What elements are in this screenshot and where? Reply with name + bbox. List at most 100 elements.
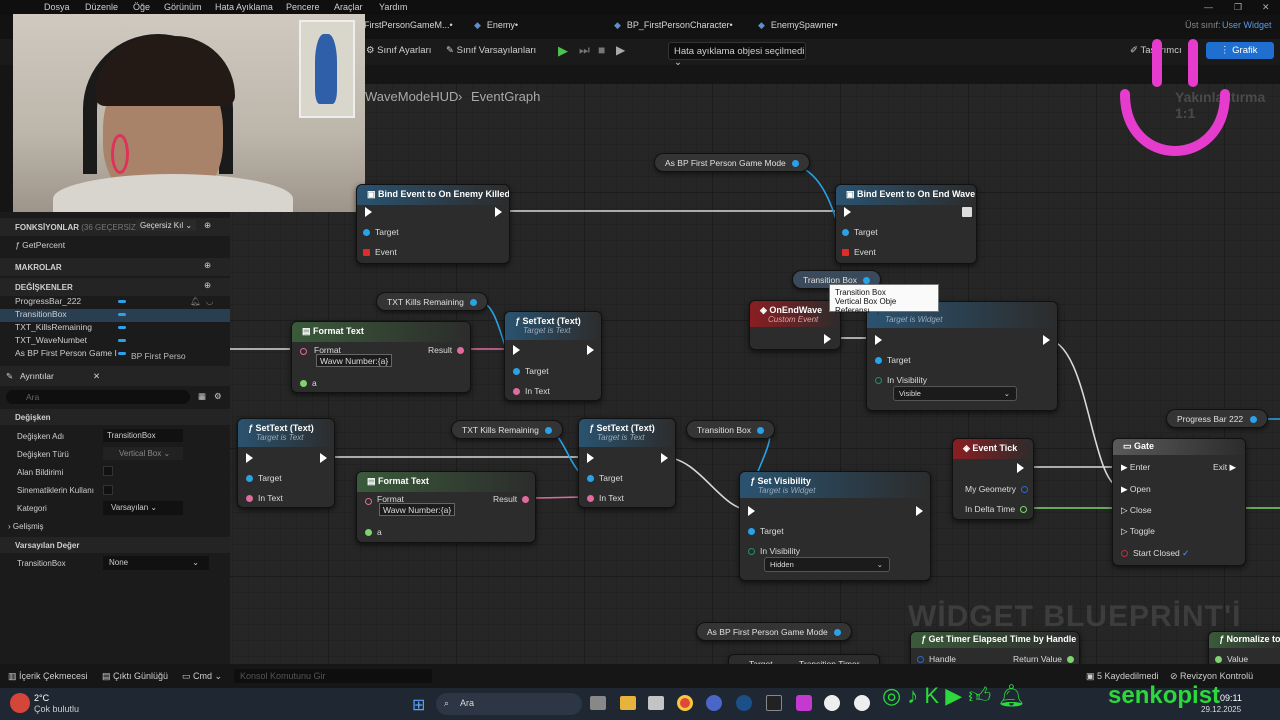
- set-visibility-node[interactable]: ƒ Set Visibility Target is Widget Target…: [739, 471, 931, 581]
- format-text-node[interactable]: ▤ Format Text Format Wavw Number:{a} Res…: [356, 471, 536, 543]
- format-text-node[interactable]: ▤ Format Text Format Wavw Number:{a} Res…: [291, 321, 471, 393]
- default-value-select[interactable]: None ⌄: [103, 556, 209, 570]
- add-variable-icon[interactable]: ⊕: [204, 280, 211, 291]
- target-pin[interactable]: Target: [875, 355, 911, 365]
- exec-out-pin[interactable]: [1017, 463, 1024, 473]
- parent-class-link[interactable]: User Widget: [1222, 20, 1272, 30]
- details-search-input[interactable]: Ara: [6, 390, 190, 404]
- exec-out-pin[interactable]: [962, 207, 972, 217]
- variable-section-header[interactable]: Değişken: [0, 409, 230, 425]
- taskbar-search-input[interactable]: Ara: [436, 693, 582, 715]
- a-pin[interactable]: a: [365, 527, 382, 537]
- close-tab-icon[interactable]: ✕: [93, 371, 100, 382]
- a-pin[interactable]: a: [300, 378, 317, 388]
- revision-control-button[interactable]: ⊘ Revizyon Kontrolü: [1170, 671, 1253, 682]
- exec-out-pin[interactable]: [495, 207, 502, 217]
- eye-icon[interactable]: ◡: [206, 296, 213, 307]
- play-icon[interactable]: ▶: [558, 43, 568, 59]
- settext-node[interactable]: ƒ SetText (Text) Target is Text Target I…: [504, 311, 602, 401]
- tab-enemy[interactable]: ◆ Enemy•: [474, 20, 518, 31]
- target-pin[interactable]: Target: [842, 227, 878, 237]
- override-button[interactable]: Geçersiz Kıl ⌄: [136, 220, 197, 231]
- delta-time-pin[interactable]: In Delta Time: [965, 504, 1028, 514]
- breadcrumb-asset[interactable]: WaveModeHUD: [365, 89, 458, 104]
- settext-node[interactable]: ƒ SetText (Text) Target is Text Target I…: [237, 418, 335, 508]
- chrome-icon[interactable]: [677, 695, 693, 711]
- app-icon[interactable]: [796, 695, 812, 711]
- menu-debug[interactable]: Hata Ayıklama: [215, 2, 273, 12]
- txt-kills-remaining-node[interactable]: TXT Kills Remaining: [376, 292, 489, 311]
- task-view-icon[interactable]: [590, 696, 606, 710]
- variable-item[interactable]: TXT_WaveNumbet: [0, 335, 230, 348]
- menu-asset[interactable]: Öğe: [133, 2, 150, 12]
- menu-edit[interactable]: Düzenle: [85, 2, 118, 12]
- function-item-getpercent[interactable]: ƒ GetPercent: [0, 240, 230, 253]
- exit-pin[interactable]: Exit ▶: [1213, 462, 1236, 473]
- debug-object-select[interactable]: Hata ayıklama objesi seçilmedi ⌄: [668, 42, 806, 68]
- enter-pin[interactable]: ▶ Enter: [1121, 462, 1150, 473]
- menu-help[interactable]: Yardım: [379, 2, 407, 12]
- settext-node[interactable]: ƒ SetText (Text) Target is Text Target I…: [578, 418, 676, 508]
- unreal-icon[interactable]: [854, 695, 870, 711]
- target-pin[interactable]: Target: [363, 227, 399, 237]
- variable-item[interactable]: As BP First Person Game I: [0, 348, 230, 361]
- advanced-toggle[interactable]: › Gelişmiş: [8, 522, 44, 531]
- minimize-icon[interactable]: —: [1204, 2, 1213, 12]
- value-pin[interactable]: Value: [1215, 654, 1248, 664]
- target-pin[interactable]: Target: [513, 366, 549, 376]
- windows-start-icon[interactable]: ⊞: [412, 695, 425, 715]
- geometry-pin[interactable]: My Geometry: [965, 484, 1029, 494]
- menu-window[interactable]: Pencere: [286, 2, 320, 12]
- variables-header[interactable]: DEĞİŞKENLER: [0, 278, 230, 296]
- intext-pin[interactable]: In Text: [513, 386, 550, 396]
- exec-out-pin[interactable]: [587, 345, 594, 355]
- eject-icon[interactable]: ▶: [616, 43, 625, 57]
- macros-header[interactable]: MAKROLAR: [0, 258, 230, 276]
- variable-item-selected[interactable]: TransitionBox: [0, 309, 230, 322]
- unsaved-indicator[interactable]: ▣ 5 Kaydedilmedi: [1086, 671, 1159, 682]
- intext-pin[interactable]: In Text: [246, 493, 283, 503]
- visibility-select[interactable]: Visible ⌄: [893, 386, 1017, 401]
- default-value-header[interactable]: Varsayılan Değer: [0, 537, 230, 553]
- intext-pin[interactable]: In Text: [587, 493, 624, 503]
- add-function-icon[interactable]: ⊕: [204, 220, 211, 231]
- event-pin[interactable]: Event: [842, 247, 876, 257]
- output-log-button[interactable]: ▤ Çıktı Günlüğü: [102, 671, 168, 682]
- set-visibility-node[interactable]: . Target is Widget Target In Visibility …: [866, 301, 1058, 411]
- event-tick-node[interactable]: ◈ Event Tick My Geometry In Delta Time: [952, 438, 1034, 520]
- format-string-input[interactable]: Wavw Number:{a}: [316, 354, 392, 367]
- close-icon[interactable]: ✕: [1262, 2, 1270, 13]
- exec-out-pin[interactable]: [320, 453, 327, 463]
- menu-view[interactable]: Görünüm: [164, 2, 202, 12]
- toggle-pin[interactable]: ▷ Toggle: [1121, 526, 1155, 537]
- tab-fp-character[interactable]: ◆ BP_FirstPersonCharacter•: [614, 20, 733, 31]
- result-pin[interactable]: Result: [428, 345, 465, 355]
- menu-file[interactable]: Dosya: [44, 2, 70, 12]
- handle-pin[interactable]: Handle: [917, 654, 956, 664]
- transition-box-node[interactable]: Transition Box: [686, 420, 776, 439]
- exec-in-pin[interactable]: [875, 335, 882, 345]
- menu-tools[interactable]: Araçlar: [334, 2, 363, 12]
- result-pin[interactable]: Result: [493, 494, 530, 504]
- open-pin[interactable]: ▶ Open: [1121, 484, 1151, 495]
- checkbox[interactable]: [103, 485, 113, 495]
- exec-out-pin[interactable]: [824, 334, 831, 344]
- add-macro-icon[interactable]: ⊕: [204, 260, 211, 271]
- format-string-input[interactable]: Wavw Number:{a}: [379, 503, 455, 516]
- close-pin[interactable]: ▷ Close: [1121, 505, 1152, 516]
- category-select[interactable]: Varsayılan ⌄: [103, 501, 183, 515]
- txt-kills-remaining-node[interactable]: TXT Kills Remaining: [451, 420, 564, 439]
- format-pin[interactable]: [365, 496, 377, 506]
- bind-end-wave-node[interactable]: ▣ Bind Event to On End Wave Target Event: [835, 184, 977, 264]
- exec-in-pin[interactable]: [365, 207, 372, 217]
- visibility-select[interactable]: Hidden ⌄: [764, 557, 890, 572]
- checkbox[interactable]: [103, 466, 113, 476]
- class-defaults-button[interactable]: ✎ Sınıf Varsayılanları: [446, 45, 536, 56]
- progress-bar-node[interactable]: Progress Bar 222: [1166, 409, 1268, 428]
- exec-in-pin[interactable]: [246, 453, 253, 463]
- start-closed-pin[interactable]: Start Closed ✓: [1121, 548, 1189, 559]
- stop-icon[interactable]: ■: [598, 43, 605, 57]
- exec-out-pin[interactable]: [916, 506, 923, 516]
- exec-in-pin[interactable]: [513, 345, 520, 355]
- exec-in-pin[interactable]: [748, 506, 755, 516]
